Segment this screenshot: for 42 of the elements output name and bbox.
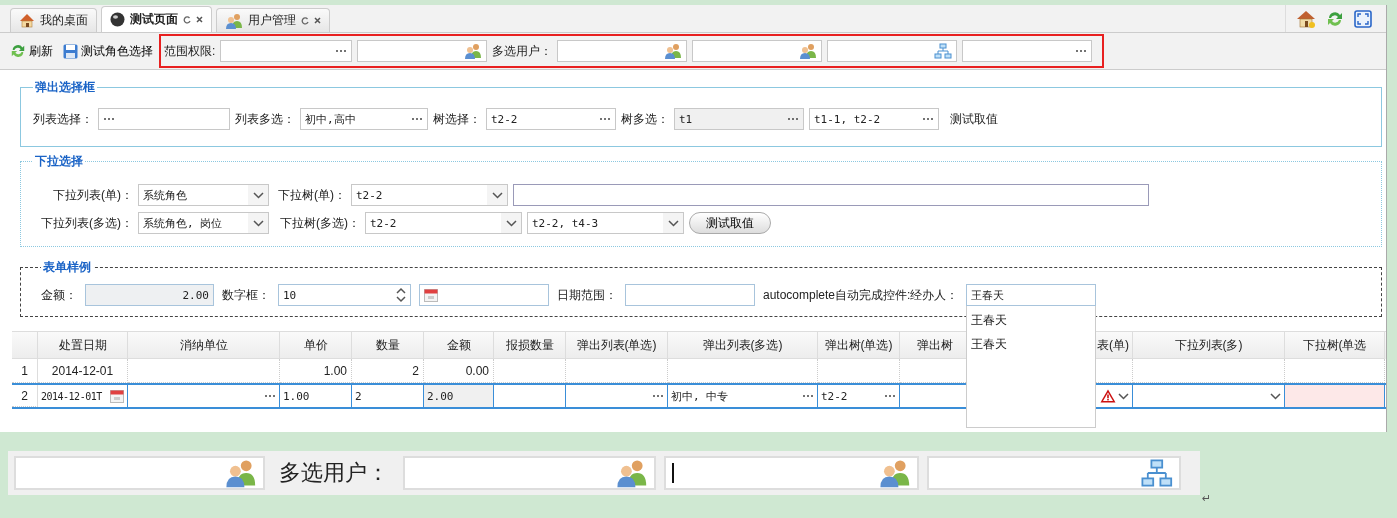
field-label: 树选择： bbox=[433, 110, 481, 128]
field-label: 树多选： bbox=[621, 110, 669, 128]
field-value: t2-2 bbox=[356, 188, 383, 202]
cell-value: 2014-12-01T bbox=[41, 390, 102, 402]
field-value: t2-2, t4-3 bbox=[532, 216, 599, 230]
field-label: 下拉树(单)： bbox=[277, 186, 346, 204]
table-cell: 0.00 bbox=[465, 363, 489, 378]
field-label: 数字框： bbox=[222, 286, 270, 304]
field-value: 初中,高中 bbox=[305, 111, 356, 127]
field-label: autocomplete自动完成控件:经办人： bbox=[763, 286, 959, 304]
section-title: 表单样例 bbox=[42, 259, 92, 276]
table-cell: 2 bbox=[412, 363, 419, 378]
return-mark: ↵ bbox=[1202, 492, 1212, 505]
field-label: 多选用户： bbox=[279, 459, 389, 487]
section-title: 下拉选择 bbox=[34, 153, 84, 170]
cell-value: 1.00 bbox=[283, 389, 310, 403]
field-value: 王春天 bbox=[971, 287, 1005, 303]
row-number: 1 bbox=[12, 359, 38, 383]
cell-value: 初中, 中专 bbox=[671, 388, 729, 404]
field-label: 下拉列表(单)： bbox=[52, 186, 133, 204]
field-value: 10 bbox=[283, 288, 297, 302]
table-cell: 1.00 bbox=[323, 363, 347, 378]
field-label: 列表选择： bbox=[33, 110, 93, 128]
table-cell: 2014-12-01 bbox=[51, 363, 114, 378]
cell-value: t2-2 bbox=[821, 389, 848, 403]
cell-value: 2 bbox=[355, 389, 362, 403]
field-label: 多选用户： bbox=[492, 42, 553, 60]
field-label: 列表多选： bbox=[235, 110, 295, 128]
cell-value: 2.00 bbox=[427, 389, 454, 403]
field-label: 下拉列表(多选)： bbox=[40, 214, 133, 232]
field-value: 系统角色 bbox=[143, 187, 187, 203]
field-value: t1 bbox=[679, 112, 693, 126]
field-label: 日期范围： bbox=[557, 286, 617, 304]
field-value: 2.00 bbox=[182, 288, 209, 302]
section-title: 弹出选择框 bbox=[34, 79, 96, 96]
field-value: t1-1, t2-2 bbox=[814, 112, 881, 126]
field-value: t2-2 bbox=[370, 216, 397, 230]
field-label: 下拉树(多选)： bbox=[279, 214, 360, 232]
field-value: t2-2 bbox=[491, 112, 518, 126]
field-label: 金额： bbox=[41, 286, 77, 304]
field-value: 系统角色, 岗位 bbox=[143, 215, 223, 231]
field-label: 范围权限: bbox=[164, 42, 216, 60]
